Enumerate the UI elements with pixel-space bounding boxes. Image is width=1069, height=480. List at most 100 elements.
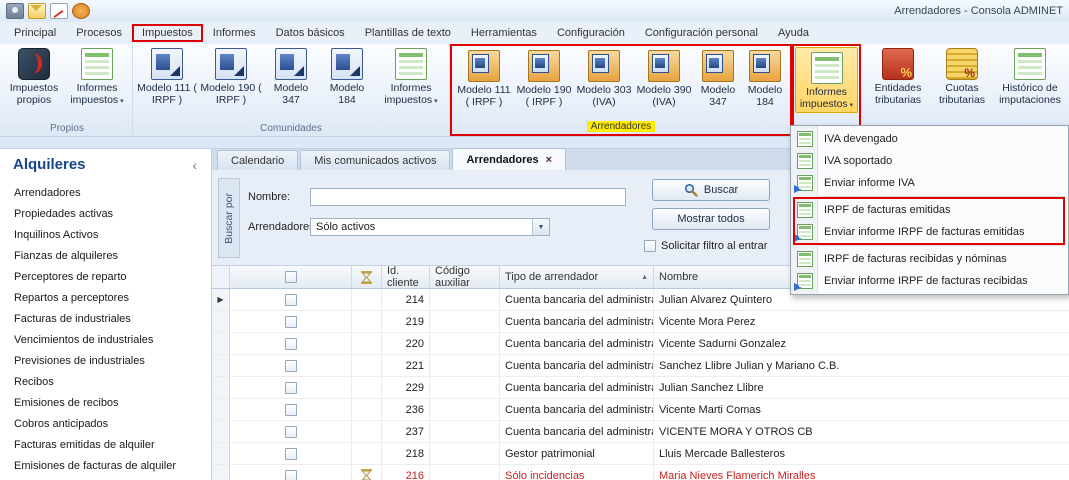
column-header-tipo[interactable]: Tipo de arrendador▲ xyxy=(500,266,654,288)
menu-tab[interactable]: Informes xyxy=(203,24,266,42)
arrendadores-select-value: Sólo activos xyxy=(311,221,532,233)
menu-item[interactable]: IVA soportado xyxy=(791,150,1068,172)
menu-item[interactable]: IRPF de facturas recibidas y nóminas xyxy=(791,248,1068,270)
collapse-sidebar-icon[interactable]: ‹ xyxy=(188,157,201,173)
ribbon-button[interactable]: Modelo 303 (IVA)▾ xyxy=(574,46,634,108)
menu-item[interactable]: Enviar informe IRPF de facturas recibida… xyxy=(791,270,1068,292)
table-row[interactable]: ▶ 218 Gestor patrimonial Lluis Mercade B… xyxy=(212,443,1069,465)
ribbon-button[interactable]: Modelo 184▾ xyxy=(742,46,788,108)
row-checkbox[interactable] xyxy=(285,426,297,438)
solicitar-filtro-checkbox[interactable] xyxy=(644,240,656,252)
row-checkbox[interactable] xyxy=(285,404,297,416)
table-row[interactable]: ▶ 237 Cuenta bancaria del administrador … xyxy=(212,421,1069,443)
ribbon-button[interactable]: Modelo 190 ( IRPF )▾ xyxy=(199,44,263,106)
cell-tipo-arrendador: Sólo incidencias xyxy=(500,465,654,480)
ribbon-button[interactable]: Entidades tributarias▾ xyxy=(865,44,931,106)
speaker-icon[interactable] xyxy=(72,3,90,19)
menu-item[interactable]: Enviar informe IVA xyxy=(791,172,1068,194)
ribbon-button[interactable]: Modelo 390 (IVA)▾ xyxy=(634,46,694,108)
row-checkbox[interactable] xyxy=(285,360,297,372)
notes-icon[interactable] xyxy=(50,3,68,19)
menu-tab[interactable]: Principal xyxy=(4,24,66,42)
menu-item[interactable]: IVA devengado xyxy=(791,128,1068,150)
row-checkbox[interactable] xyxy=(285,470,297,480)
sidebar-item[interactable]: Vencimientos de industriales xyxy=(0,330,211,351)
select-all-checkbox[interactable] xyxy=(285,271,297,283)
ribbon-button[interactable]: Modelo 184▾ xyxy=(319,44,375,106)
ribbon-button[interactable]: Modelo 347▾ xyxy=(263,44,319,106)
document-tab[interactable]: Arrendadores × xyxy=(452,148,566,170)
ribbon-group-label-highlighted: Arrendadores xyxy=(454,120,788,134)
current-row-arrow-icon: ▶ xyxy=(217,295,223,304)
cell-codigo-auxiliar xyxy=(430,311,500,332)
cell-nombre: Sanchez Llibre Julian y Mariano C.B. xyxy=(654,355,1069,376)
ribbon-button-informes-impuestos[interactable]: Informes impuestos▾ xyxy=(795,47,858,113)
row-checkbox[interactable] xyxy=(285,338,297,350)
ribbon-button[interactable]: Modelo 190 ( IRPF )▾ xyxy=(514,46,574,108)
incidents-column-header[interactable] xyxy=(352,266,382,288)
send-arrow-icon xyxy=(794,234,802,242)
sidebar-item[interactable]: Emisiones de facturas de alquiler xyxy=(0,456,211,477)
sidebar-item[interactable]: Arrendadores xyxy=(0,183,211,204)
ribbon-button[interactable]: Modelo 111 ( IRPF )▾ xyxy=(454,46,514,108)
arrendadores-select[interactable]: Sólo activos ▼ xyxy=(310,218,550,236)
row-checkbox[interactable] xyxy=(285,448,297,460)
row-checkbox[interactable] xyxy=(285,316,297,328)
ribbon-button[interactable]: Cuotas tributarias▾ xyxy=(931,44,993,106)
row-checkbox[interactable] xyxy=(285,294,297,306)
close-tab-icon[interactable]: × xyxy=(546,154,552,166)
ribbon-button[interactable]: Modelo 111 ( IRPF )▾ xyxy=(135,44,199,106)
table-row[interactable]: ▶ 220 Cuenta bancaria del administrador … xyxy=(212,333,1069,355)
document-tab[interactable]: Calendario × xyxy=(217,150,298,170)
sidebar-item[interactable]: Fianzas de alquileres xyxy=(0,246,211,267)
column-header-id[interactable]: Id. cliente xyxy=(382,266,430,288)
mostrar-todos-button[interactable]: Mostrar todos xyxy=(652,208,770,230)
sidebar-item[interactable]: Emisiones de recibos xyxy=(0,393,211,414)
sidebar-item[interactable]: Inquilinos Activos xyxy=(0,225,211,246)
cell-id-cliente: 221 xyxy=(382,355,430,376)
ribbon-button[interactable]: Informes impuestos▾ xyxy=(64,44,130,108)
sidebar-item[interactable]: Facturas emitidas de alquiler xyxy=(0,435,211,456)
sidebar-item[interactable]: Repartos a perceptores xyxy=(0,288,211,309)
cell-nombre: Julian Sanchez Llibre xyxy=(654,377,1069,398)
row-checkbox[interactable] xyxy=(285,382,297,394)
menu-tab[interactable]: Configuración xyxy=(547,24,635,42)
cell-id-cliente: 237 xyxy=(382,421,430,442)
menu-tab[interactable]: Configuración personal xyxy=(635,24,768,42)
menu-tab[interactable]: Datos básicos xyxy=(266,24,355,42)
sidebar-item[interactable]: Cobros anticipados xyxy=(0,414,211,435)
camera-icon[interactable] xyxy=(6,3,24,19)
table-row[interactable]: ▶ 236 Cuenta bancaria del administrador … xyxy=(212,399,1069,421)
sidebar-item[interactable]: Propiedades activas xyxy=(0,204,211,225)
ribbon-button[interactable]: Modelo 347▾ xyxy=(694,46,742,108)
menu-tab[interactable]: Plantillas de texto xyxy=(355,24,461,42)
dropdown-arrow-icon: ▾ xyxy=(120,98,124,105)
sidebar-item[interactable]: Recibos xyxy=(0,372,211,393)
document-tab[interactable]: Mis comunicados activos × xyxy=(300,150,450,170)
menu-tab[interactable]: Ayuda xyxy=(768,24,819,42)
ribbon-button[interactable]: Histórico de imputaciones▾ xyxy=(993,44,1067,106)
ribbon-group-propios: Impuestos propios▾ Informes impuestos▾ P… xyxy=(2,44,133,136)
table-row[interactable]: ▶ 216 Sólo incidencias Maria Nieves Flam… xyxy=(212,465,1069,480)
ribbon-button[interactable]: Impuestos propios▾ xyxy=(4,44,64,106)
column-header-codigo[interactable]: Código auxiliar xyxy=(430,266,500,288)
menu-tab[interactable]: Impuestos xyxy=(132,24,203,42)
chevron-down-icon[interactable]: ▼ xyxy=(532,219,549,235)
menu-tab[interactable]: Procesos xyxy=(66,24,132,42)
row-selector-header xyxy=(212,266,230,288)
table-row[interactable]: ▶ 221 Cuenta bancaria del administrador … xyxy=(212,355,1069,377)
buscar-button[interactable]: Buscar xyxy=(652,179,770,201)
table-row[interactable]: ▶ 229 Cuenta bancaria del administrador … xyxy=(212,377,1069,399)
mail-icon[interactable] xyxy=(28,3,46,19)
menu-item[interactable]: Enviar informe IRPF de facturas emitidas xyxy=(791,221,1068,243)
ribbon: Impuestos propios▾ Informes impuestos▾ P… xyxy=(0,44,1069,137)
menu-item[interactable]: IRPF de facturas emitidas xyxy=(791,199,1068,221)
cell-nombre: Vicente Mora Perez xyxy=(654,311,1069,332)
sidebar-item[interactable]: Facturas de industriales xyxy=(0,309,211,330)
sidebar-item[interactable]: Previsiones de industriales xyxy=(0,351,211,372)
table-row[interactable]: ▶ 219 Cuenta bancaria del administrador … xyxy=(212,311,1069,333)
sidebar-item[interactable]: Perceptores de reparto xyxy=(0,267,211,288)
menu-tab[interactable]: Herramientas xyxy=(461,24,547,42)
nombre-input[interactable] xyxy=(310,188,626,206)
ribbon-button[interactable]: Informes impuestos▾ xyxy=(375,44,447,108)
